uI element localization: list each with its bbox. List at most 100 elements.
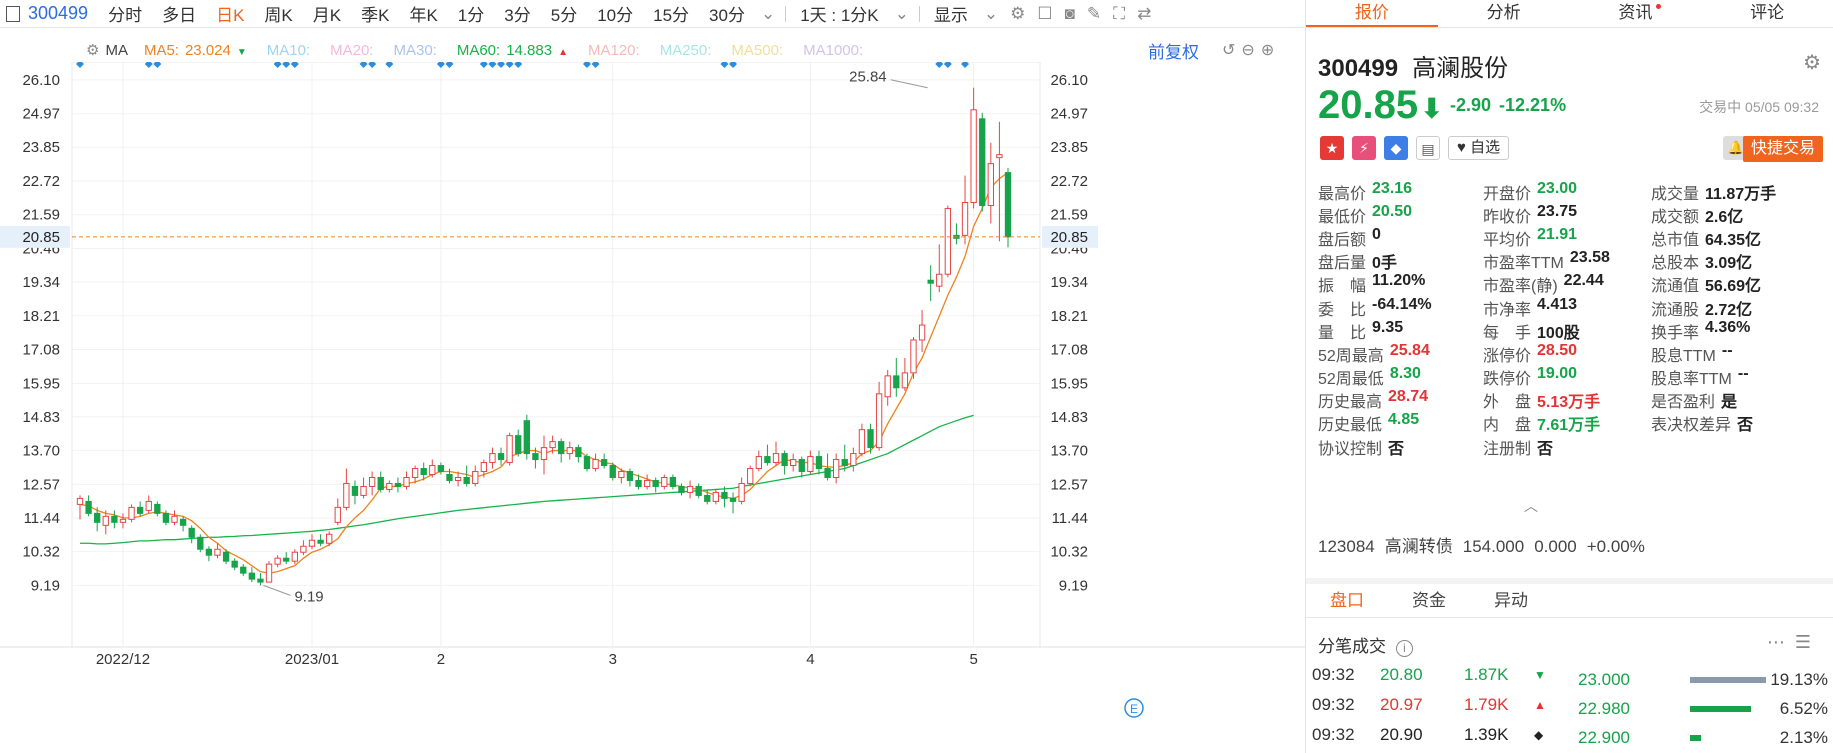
- candle-body[interactable]: [437, 465, 445, 473]
- tab-panel-1[interactable]: 分析: [1438, 0, 1570, 27]
- gear-icon[interactable]: ⚙: [86, 41, 99, 59]
- event-marker-icon[interactable]: [359, 62, 368, 68]
- event-marker-icon[interactable]: [290, 62, 299, 68]
- candle-body[interactable]: [772, 453, 780, 464]
- candle-body[interactable]: [575, 447, 582, 458]
- layout-icon[interactable]: ☐: [1031, 4, 1058, 24]
- undo-icon[interactable]: ↺: [1222, 42, 1241, 59]
- candle-body[interactable]: [807, 456, 814, 473]
- ma-item-ma1000[interactable]: MA1000:: [795, 42, 875, 59]
- period-select[interactable]: 1天 : 1分K: [790, 1, 888, 26]
- candle-body[interactable]: [429, 465, 436, 476]
- tab-panel-3[interactable]: 评论: [1701, 0, 1833, 27]
- candle-body[interactable]: [300, 545, 307, 553]
- candle-body[interactable]: [454, 476, 462, 481]
- candle-body[interactable]: [987, 163, 994, 206]
- candle-body[interactable]: [558, 441, 565, 455]
- event-marker-icon[interactable]: [445, 62, 454, 68]
- list-icon[interactable]: ☰: [1795, 632, 1821, 652]
- candle-body[interactable]: [875, 393, 883, 449]
- candle-body[interactable]: [1004, 172, 1012, 238]
- candle-body[interactable]: [506, 435, 513, 464]
- candle-body[interactable]: [583, 456, 591, 470]
- candle-body[interactable]: [704, 494, 711, 502]
- candle-body[interactable]: [970, 109, 977, 203]
- event-marker-icon[interactable]: [582, 62, 591, 68]
- candle-body[interactable]: [171, 515, 178, 523]
- event-marker-icon[interactable]: [282, 62, 291, 68]
- candle-body[interactable]: [832, 459, 840, 478]
- watchlist-button[interactable]: ♥ 自选: [1448, 136, 1510, 160]
- quick-trade-button[interactable]: 快捷交易: [1742, 136, 1823, 162]
- candle-body[interactable]: [136, 506, 144, 514]
- tab-timeframe-1[interactable]: 多日: [152, 1, 206, 26]
- candle-body[interactable]: [609, 465, 616, 478]
- chevron-down-icon[interactable]: ⌄: [889, 4, 915, 24]
- chevron-down-icon[interactable]: ⌄: [755, 4, 781, 24]
- ma-item-ma250[interactable]: MA250:: [652, 42, 724, 59]
- fullscreen-icon[interactable]: ⛶: [1107, 4, 1131, 24]
- candle-body[interactable]: [257, 578, 264, 583]
- ma-item-ma500[interactable]: MA500:: [723, 42, 795, 59]
- tag-icon[interactable]: ◆: [1384, 136, 1408, 160]
- ma-item-ma30[interactable]: MA30:: [385, 42, 448, 59]
- event-marker-icon[interactable]: [368, 62, 377, 68]
- tab-panel-0[interactable]: 报价: [1306, 0, 1438, 27]
- candle-body[interactable]: [463, 476, 470, 484]
- candle-body[interactable]: [592, 459, 599, 470]
- candle-body[interactable]: [102, 515, 109, 526]
- candle-body[interactable]: [446, 474, 453, 481]
- candle-body[interactable]: [635, 479, 642, 487]
- ma-item-ma5[interactable]: MA5: 23.024 ▼: [136, 42, 259, 59]
- candle-body[interactable]: [790, 459, 797, 467]
- candle-body[interactable]: [128, 506, 135, 520]
- candlestick-chart[interactable]: 26.10 26.10 24.97 24.97 23.85 23.85 22.72 22.72…: [0, 62, 1305, 753]
- candle-body[interactable]: [979, 118, 986, 206]
- tab-timeframe-12[interactable]: 30分: [699, 1, 755, 26]
- candle-body[interactable]: [265, 563, 273, 583]
- ma-item-ma20[interactable]: MA20:: [322, 42, 385, 59]
- candle-body[interactable]: [480, 462, 488, 473]
- candle-body[interactable]: [317, 539, 324, 544]
- candle-body[interactable]: [712, 491, 720, 502]
- candle-body[interactable]: [652, 479, 659, 487]
- candle-body[interactable]: [489, 453, 496, 464]
- candle-body[interactable]: [497, 453, 505, 461]
- candle-body[interactable]: [944, 207, 952, 275]
- tab-panel-2[interactable]: 资讯: [1570, 0, 1702, 27]
- candle-body[interactable]: [850, 453, 857, 467]
- candle-body[interactable]: [274, 557, 281, 565]
- candle-body[interactable]: [841, 459, 848, 467]
- candle-body[interactable]: [626, 471, 634, 481]
- candle-body[interactable]: [205, 548, 213, 556]
- candle-body[interactable]: [308, 539, 316, 547]
- candle-body[interactable]: [549, 441, 556, 449]
- candle-body[interactable]: [420, 468, 427, 475]
- event-marker-icon[interactable]: [144, 62, 153, 68]
- gear-icon[interactable]: ⚙: [1004, 4, 1031, 24]
- tab-depth-1[interactable]: 资金: [1388, 584, 1470, 617]
- candle-body[interactable]: [386, 482, 393, 490]
- candle-body[interactable]: [686, 485, 694, 493]
- event-marker-icon[interactable]: [591, 62, 600, 68]
- candle-body[interactable]: [248, 572, 256, 580]
- event-marker-icon[interactable]: [505, 62, 514, 68]
- tab-timeframe-7[interactable]: 1分: [448, 1, 494, 26]
- tab-timeframe-0[interactable]: 分时: [98, 1, 152, 26]
- candle-body[interactable]: [532, 453, 539, 461]
- tab-depth-2[interactable]: 异动: [1470, 584, 1552, 617]
- ma-item-ma10[interactable]: MA10:: [259, 42, 322, 59]
- candle-body[interactable]: [197, 536, 204, 550]
- candle-body[interactable]: [678, 485, 685, 493]
- event-marker-icon[interactable]: [943, 62, 952, 68]
- candle-body[interactable]: [738, 482, 745, 502]
- candle-body[interactable]: [231, 560, 238, 568]
- tab-timeframe-5[interactable]: 季K: [351, 1, 399, 26]
- candle-body[interactable]: [515, 435, 522, 455]
- hot-icon[interactable]: ⚡: [1352, 136, 1376, 160]
- candle-body[interactable]: [661, 476, 668, 487]
- candle-body[interactable]: [695, 485, 702, 496]
- event-marker-icon[interactable]: [76, 62, 84, 68]
- candle-body[interactable]: [291, 551, 298, 562]
- candle-body[interactable]: [755, 456, 762, 470]
